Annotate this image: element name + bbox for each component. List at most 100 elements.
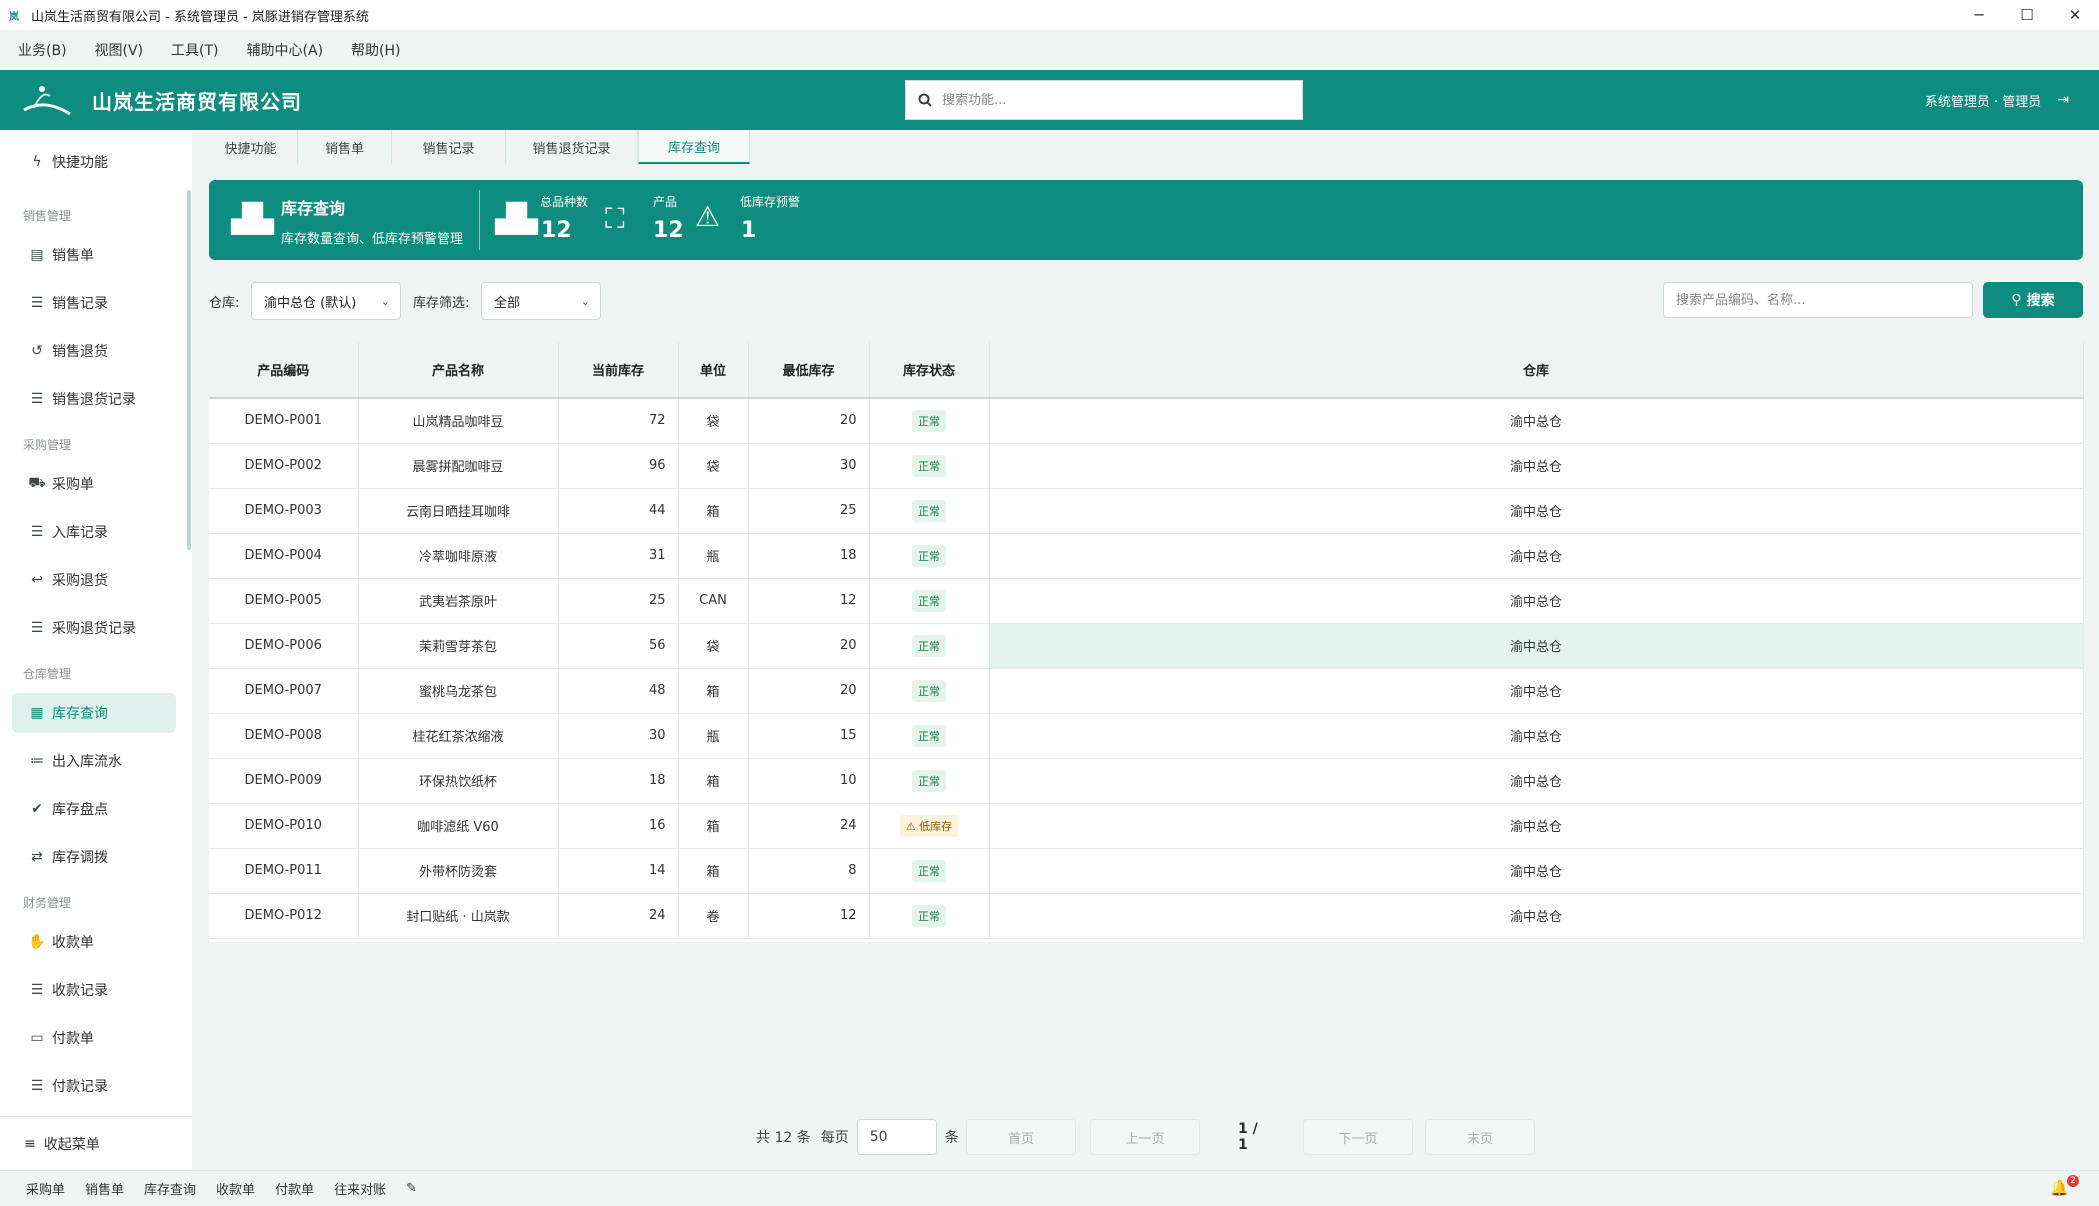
user-name: 系统管理员 · 管理员	[1924, 94, 2042, 110]
tab-sales-order[interactable]: 销售单	[298, 130, 392, 164]
shortcut-reconciliation[interactable]: 往来对账	[334, 1179, 386, 1198]
product-search-input[interactable]	[1676, 292, 1956, 308]
sidebar-item-receipt[interactable]: ✋ 收款单	[12, 922, 176, 962]
bell-icon[interactable]: 🔔 2	[2050, 1175, 2079, 1197]
banner-title: 库存查询	[281, 199, 346, 218]
cell-status: 正常	[869, 893, 990, 939]
table-row[interactable]: DEMO-P010 咖啡滤纸 V60 16 箱 24 ⚠ 低库存 渝中总仓	[209, 803, 2084, 849]
cell-code: DEMO-P010	[209, 803, 359, 849]
cell-current-stock: 14	[558, 848, 679, 894]
search-button[interactable]: ⚲ 搜索	[1983, 282, 2083, 318]
cell-code: DEMO-P005	[209, 578, 359, 624]
sidebar-item-receipt-records[interactable]: ☰ 收款记录	[12, 970, 176, 1010]
bolt-icon: ϟ	[32, 154, 42, 170]
shortcut-purchase-order[interactable]: 采购单	[26, 1179, 65, 1198]
shortcut-receipt[interactable]: 收款单	[216, 1179, 255, 1198]
function-search-input[interactable]	[942, 92, 1282, 108]
shortcut-sales-order[interactable]: 销售单	[85, 1179, 124, 1198]
cell-name: 环保热饮纸杯	[358, 758, 559, 804]
column-header-unit[interactable]: 单位	[678, 342, 749, 399]
menu-business[interactable]: 业务(B)	[18, 40, 67, 60]
list-icon: ☰	[30, 295, 44, 311]
cell-min-stock: 20	[748, 668, 870, 714]
sidebar-scrollbar[interactable]	[187, 190, 191, 550]
sidebar-item-sales-order[interactable]: ▤ 销售单	[12, 235, 176, 275]
sidebar-item-sales-return-records[interactable]: ☰ 销售退货记录	[12, 379, 176, 419]
table-row[interactable]: DEMO-P001 山岚精品咖啡豆 72 袋 20 正常 渝中总仓	[209, 398, 2084, 444]
edit-icon[interactable]: ✎	[406, 1181, 417, 1196]
cell-min-stock: 10	[748, 758, 870, 804]
menu-view[interactable]: 视图(V)	[95, 40, 144, 60]
last-page-button[interactable]: 末页	[1425, 1119, 1535, 1155]
cell-status: ⚠ 低库存	[869, 803, 990, 849]
chevron-down-icon: ⌄	[580, 294, 590, 308]
sidebar-item-payment[interactable]: ▭ 付款单	[12, 1018, 176, 1058]
cell-min-stock: 20	[748, 398, 870, 444]
table-row[interactable]: DEMO-P006 茉莉雪芽茶包 56 袋 20 正常 渝中总仓	[209, 623, 2084, 669]
per-page-input[interactable]: 50	[856, 1119, 937, 1155]
table-row[interactable]: DEMO-P003 云南日晒挂耳咖啡 44 箱 25 正常 渝中总仓	[209, 488, 2084, 534]
cell-name: 茉莉雪芽茶包	[358, 623, 559, 669]
prev-page-button[interactable]: 上一页	[1090, 1119, 1200, 1155]
cell-current-stock: 96	[558, 443, 679, 489]
cell-code: DEMO-P002	[209, 443, 359, 489]
next-page-button[interactable]: 下一页	[1303, 1119, 1413, 1155]
cell-warehouse: 渝中总仓	[989, 893, 2084, 939]
sidebar-item-stock-flow[interactable]: ≔ 出入库流水	[12, 741, 176, 781]
logout-icon[interactable]: ⇥	[2057, 92, 2069, 108]
first-page-button[interactable]: 首页	[966, 1119, 1076, 1155]
sidebar-item-stocktaking[interactable]: ✔ 库存盘点	[12, 789, 176, 829]
cell-unit: 瓶	[678, 713, 749, 759]
cell-status: 正常	[869, 398, 990, 444]
sidebar-item-inbound-records[interactable]: ☰ 入库记录	[12, 512, 176, 552]
table-row[interactable]: DEMO-P004 冷萃咖啡原液 31 瓶 18 正常 渝中总仓	[209, 533, 2084, 579]
cell-warehouse: 渝中总仓	[989, 713, 2084, 759]
table-row[interactable]: DEMO-P012 封口贴纸 · 山岚款 24 卷 12 正常 渝中总仓	[209, 893, 2084, 939]
menu-assist[interactable]: 辅助中心(A)	[247, 40, 324, 60]
cell-min-stock: 8	[748, 848, 870, 894]
table-row[interactable]: DEMO-P002 晨雾拼配咖啡豆 96 袋 30 正常 渝中总仓	[209, 443, 2084, 489]
column-header-code[interactable]: 产品编码	[209, 342, 359, 399]
shortcut-stock-query[interactable]: 库存查询	[144, 1179, 196, 1198]
menu-help[interactable]: 帮助(H)	[351, 40, 400, 60]
table-row[interactable]: DEMO-P007 蜜桃乌龙茶包 48 箱 20 正常 渝中总仓	[209, 668, 2084, 714]
close-icon[interactable]: ✕	[2051, 0, 2099, 30]
sidebar-item-purchase-return-records[interactable]: ☰ 采购退货记录	[12, 608, 176, 648]
tab-quick[interactable]: 快捷功能	[204, 130, 298, 164]
boxes-icon: ▟▙	[495, 202, 539, 235]
warehouse-select[interactable]: 渝中总仓 (默认) ⌄	[251, 282, 401, 320]
column-header-warehouse[interactable]: 仓库	[989, 342, 2084, 399]
sidebar-item-sales-return[interactable]: ↺ 销售退货	[12, 331, 176, 371]
sidebar-item-purchase-return[interactable]: ↩ 采购退货	[12, 560, 176, 600]
function-search[interactable]	[905, 80, 1303, 120]
sidebar-item-sales-records[interactable]: ☰ 销售记录	[12, 283, 176, 323]
sidebar-item-purchase-order[interactable]: ⛟ 采购单	[12, 464, 176, 504]
sidebar-item-stock-transfer[interactable]: ⇄ 库存调拨	[12, 837, 176, 877]
sidebar-item-quick[interactable]: ϟ 快捷功能	[12, 142, 176, 182]
table-row[interactable]: DEMO-P011 外带杯防烫套 14 箱 8 正常 渝中总仓	[209, 848, 2084, 894]
cell-warehouse: 渝中总仓	[989, 623, 2084, 669]
minimize-icon[interactable]: ─	[1955, 0, 2003, 30]
collapse-menu-button[interactable]: ≡ 收起菜单	[0, 1116, 192, 1170]
column-header-current-stock[interactable]: 当前库存	[558, 342, 679, 399]
sidebar-item-payment-records[interactable]: ☰ 付款记录	[12, 1066, 176, 1106]
column-header-status[interactable]: 库存状态	[869, 342, 990, 399]
cell-unit: 箱	[678, 848, 749, 894]
product-search[interactable]	[1663, 282, 1973, 318]
tab-sales-return-records[interactable]: 销售退货记录	[506, 130, 638, 164]
tab-sales-records[interactable]: 销售记录	[392, 130, 506, 164]
menu-icon: ≡	[24, 1135, 36, 1152]
column-header-min-stock[interactable]: 最低库存	[748, 342, 870, 399]
shortcut-payment[interactable]: 付款单	[275, 1179, 314, 1198]
table-row[interactable]: DEMO-P005 武夷岩茶原叶 25 CAN 12 正常 渝中总仓	[209, 578, 2084, 624]
column-header-name[interactable]: 产品名称	[358, 342, 559, 399]
menu-tools[interactable]: 工具(T)	[171, 40, 218, 60]
cell-unit: 瓶	[678, 533, 749, 579]
table-row[interactable]: DEMO-P009 环保热饮纸杯 18 箱 10 正常 渝中总仓	[209, 758, 2084, 804]
cell-name: 云南日晒挂耳咖啡	[358, 488, 559, 534]
maximize-icon[interactable]: ☐	[2003, 0, 2051, 30]
sidebar-item-stock-query[interactable]: ▦ 库存查询	[12, 693, 176, 733]
table-row[interactable]: DEMO-P008 桂花红茶浓缩液 30 瓶 15 正常 渝中总仓	[209, 713, 2084, 759]
stock-filter-select[interactable]: 全部 ⌄	[481, 282, 601, 320]
tab-stock-query[interactable]: 库存查询	[638, 130, 750, 164]
